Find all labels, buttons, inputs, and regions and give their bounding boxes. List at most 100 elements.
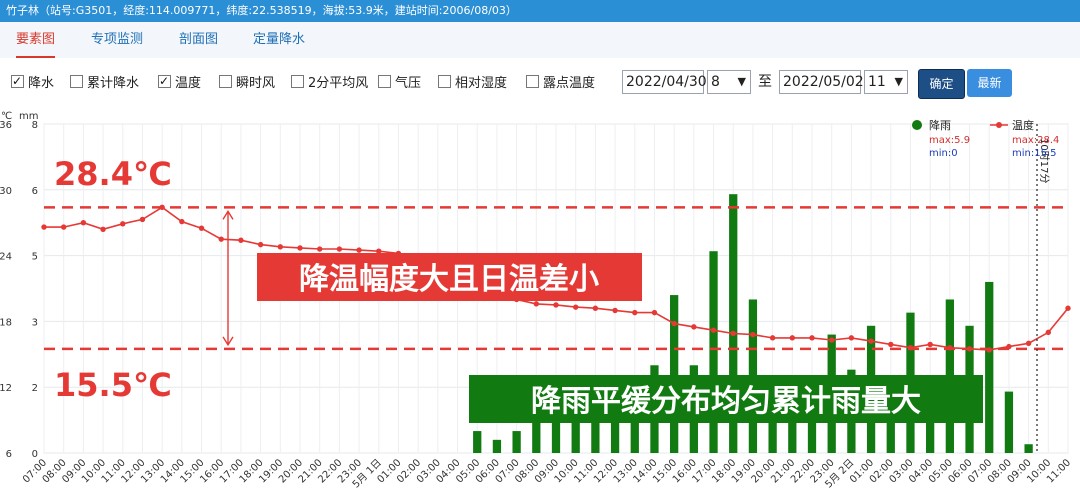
rain-bar xyxy=(473,431,482,453)
temperature-point xyxy=(710,327,717,333)
temperature-point xyxy=(120,221,126,227)
temperature-point xyxy=(868,338,874,344)
temperature-point xyxy=(80,220,87,226)
chevron-down-icon: ▼ xyxy=(894,75,903,88)
temperature-point xyxy=(828,337,835,343)
temperature-point xyxy=(809,335,815,341)
checkbox-label: 累计降水 xyxy=(87,76,140,91)
temperature-point xyxy=(297,245,303,251)
legend-rain-min: min:0 xyxy=(929,148,958,159)
y-left-tick-label: 6 xyxy=(6,449,12,460)
legend-rain-marker xyxy=(912,120,922,130)
legend-temp-max: max:28.4 xyxy=(1012,135,1059,146)
checkbox-label: 露点温度 xyxy=(543,76,596,91)
control-bar: 降水 累计降水 温度 瞬时风 2分平均风 气压 相对湿度 露点温度 2022/0… xyxy=(0,58,1080,108)
rain-bar xyxy=(512,431,521,453)
legend-rain-max: max:5.9 xyxy=(929,135,970,146)
station-title-bar: 竹子林（站号:G3501，经度:114.009771，纬度:22.538519，… xyxy=(0,0,1080,22)
checkbox-icon[interactable] xyxy=(438,75,451,88)
checkbox-icon[interactable] xyxy=(11,72,24,90)
temperature-point xyxy=(986,347,992,353)
rain-bar xyxy=(532,417,541,453)
temperature-point xyxy=(277,244,284,250)
checkbox-label: 相对湿度 xyxy=(455,76,508,91)
annotation-high-temp: 28.4℃ xyxy=(54,155,172,193)
temperature-point xyxy=(257,241,264,248)
temperature-point xyxy=(41,224,47,230)
checkbox-icon[interactable] xyxy=(219,75,232,88)
confirm-button[interactable]: 确定 xyxy=(918,69,965,99)
element-chart: 36 830 624 518 312 26 0℃ mm07:0008:0009:0010:00… xyxy=(0,111,1073,491)
checkbox-icon[interactable] xyxy=(158,72,171,90)
temperature-point xyxy=(966,346,973,352)
temperature-point xyxy=(238,237,244,243)
tab-profile[interactable]: 剖面图 xyxy=(179,22,218,58)
temperature-point xyxy=(198,225,205,231)
rain-bar xyxy=(492,439,502,453)
checkbox-2min-wind[interactable]: 2分平均风 xyxy=(291,75,368,93)
range-separator: 至 xyxy=(758,74,772,90)
checkbox-precipitation[interactable]: 降水 xyxy=(11,72,55,93)
checkbox-dew-point[interactable]: 露点温度 xyxy=(526,75,595,93)
tab-quantitative-precipitation[interactable]: 定量降水 xyxy=(253,22,305,58)
y-left-unit: ℃ xyxy=(1,111,12,122)
temperature-point xyxy=(100,226,106,232)
tab-special-monitoring[interactable]: 专项监测 xyxy=(91,22,143,58)
temperature-point xyxy=(769,335,776,341)
temperature-point xyxy=(691,324,697,330)
temperature-point xyxy=(159,204,165,211)
checkbox-pressure[interactable]: 气压 xyxy=(378,75,421,93)
annotation-low-temp: 15.5℃ xyxy=(54,366,172,404)
tab-element-chart[interactable]: 要素图 xyxy=(16,22,56,58)
temperature-point xyxy=(553,302,559,308)
rain-bar xyxy=(670,295,679,453)
checkbox-icon[interactable] xyxy=(291,75,304,88)
end-date-input[interactable]: 2022/05/02 xyxy=(779,70,864,94)
y-right-tick-label: 3 xyxy=(32,317,38,328)
start-date-input[interactable]: 2022/04/30 xyxy=(622,70,707,94)
checkbox-instant-wind[interactable]: 瞬时风 xyxy=(219,75,275,93)
legend-temp-marker xyxy=(996,122,1002,128)
temperature-point xyxy=(632,309,638,316)
annotation-temp-note: 降温幅度大且日温差小 xyxy=(299,262,599,297)
checkbox-humidity[interactable]: 相对湿度 xyxy=(438,75,507,93)
checkbox-icon[interactable] xyxy=(70,75,83,88)
checkbox-icon[interactable] xyxy=(378,75,391,88)
temperature-point xyxy=(1006,343,1012,350)
temperature-point xyxy=(592,305,599,311)
y-right-tick-label: 2 xyxy=(32,383,38,394)
y-right-tick-label: 6 xyxy=(32,186,38,197)
start-hour-select[interactable]: 8 ▼ xyxy=(707,70,751,94)
temperature-point xyxy=(218,236,224,242)
checkbox-label: 2分平均风 xyxy=(308,76,369,91)
checkbox-temperature[interactable]: 温度 xyxy=(158,72,201,93)
temperature-point xyxy=(848,335,855,341)
temperature-point xyxy=(179,218,185,225)
checkbox-icon[interactable] xyxy=(526,75,539,88)
rain-bar xyxy=(1024,444,1033,453)
temperature-point xyxy=(1025,340,1032,347)
temperature-point xyxy=(533,301,540,307)
temperature-point xyxy=(316,246,323,252)
legend-rain-label: 降雨 xyxy=(929,118,951,132)
temperature-point xyxy=(888,341,894,348)
annotation-rain-note: 降雨平缓分布均匀累计雨量大 xyxy=(531,384,921,419)
rain-bar xyxy=(1004,391,1014,453)
temperature-point xyxy=(750,331,756,338)
temperature-point xyxy=(927,341,933,348)
temperature-point xyxy=(947,345,953,351)
y-right-tick-label: 5 xyxy=(32,252,38,263)
legend-temp-min: min:15.5 xyxy=(1012,148,1057,159)
temperature-point xyxy=(139,216,146,223)
temperature-point xyxy=(1045,329,1052,336)
end-hour-value: 11 xyxy=(868,74,886,90)
temperature-point xyxy=(907,345,914,351)
y-left-tick-label: 24 xyxy=(0,252,12,263)
end-hour-select[interactable]: 11 ▼ xyxy=(864,70,908,94)
temperature-point xyxy=(612,307,618,314)
latest-button[interactable]: 最新 xyxy=(967,69,1012,97)
checkbox-cumulative-precipitation[interactable]: 累计降水 xyxy=(70,75,139,93)
checkbox-label: 降水 xyxy=(28,76,55,91)
temperature-point xyxy=(671,320,677,327)
checkbox-label: 气压 xyxy=(395,76,422,91)
